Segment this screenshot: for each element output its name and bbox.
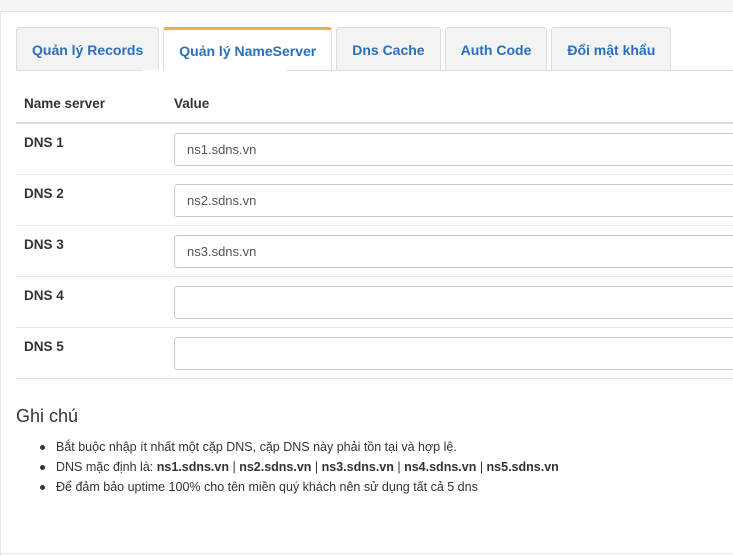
note-item-required: Bắt buộc nhập ít nhất một cặp DNS, cặp D… bbox=[40, 437, 559, 457]
tab-underline bbox=[16, 70, 733, 71]
separator: | bbox=[311, 460, 322, 474]
top-bar bbox=[0, 0, 733, 12]
tab-bar: Quản lý Records Quản lý NameServer Dns C… bbox=[16, 27, 675, 72]
default-ns-1: ns1.sdns.vn bbox=[156, 460, 229, 474]
default-ns-4: ns4.sdns.vn bbox=[404, 460, 477, 474]
column-header-name-server: Name server bbox=[24, 96, 106, 111]
dns-2-label: DNS 2 bbox=[24, 186, 64, 201]
dns-1-label: DNS 1 bbox=[24, 135, 64, 150]
column-header-value: Value bbox=[174, 96, 210, 111]
table-row: DNS 5 bbox=[16, 328, 733, 379]
note-item-defaults: DNS mặc định là: ns1.sdns.vn | ns2.sdns.… bbox=[40, 457, 559, 477]
tab-auth-code[interactable]: Auth Code bbox=[444, 27, 548, 71]
table-row: DNS 2 bbox=[16, 175, 733, 226]
dns-4-label: DNS 4 bbox=[24, 288, 64, 303]
tab-dns-cache[interactable]: Dns Cache bbox=[336, 27, 441, 71]
note-defaults-prefix: DNS mặc định là: bbox=[56, 460, 157, 474]
tab-nameserver[interactable]: Quản lý NameServer bbox=[163, 27, 333, 72]
note-item-uptime: Để đảm bảo uptime 100% cho tên miền quý … bbox=[40, 477, 559, 497]
frame-border-bottom bbox=[0, 553, 733, 554]
dns-4-input[interactable] bbox=[174, 286, 733, 319]
default-ns-3: ns3.sdns.vn bbox=[321, 460, 394, 474]
notes-list: Bắt buộc nhập ít nhất một cặp DNS, cặp D… bbox=[40, 437, 559, 497]
table-row: DNS 4 bbox=[16, 277, 733, 328]
tab-records[interactable]: Quản lý Records bbox=[16, 27, 160, 71]
default-ns-2: ns2.sdns.vn bbox=[239, 460, 312, 474]
dns-3-label: DNS 3 bbox=[24, 237, 64, 252]
dns-5-label: DNS 5 bbox=[24, 339, 64, 354]
separator: | bbox=[476, 460, 487, 474]
notes-heading: Ghi chú bbox=[16, 406, 79, 426]
default-ns-5: ns5.sdns.vn bbox=[486, 460, 559, 474]
table-row: DNS 3 bbox=[16, 226, 733, 277]
dns-5-input[interactable] bbox=[174, 337, 733, 370]
table-row: DNS 1 bbox=[16, 124, 733, 175]
frame-border-left bbox=[0, 12, 1, 556]
tab-change-password[interactable]: Đổi mật khẩu bbox=[551, 27, 672, 71]
separator: | bbox=[393, 460, 405, 474]
dns-3-input[interactable] bbox=[174, 235, 733, 268]
separator: | bbox=[228, 460, 240, 474]
dns-1-input[interactable] bbox=[174, 133, 733, 166]
dns-2-input[interactable] bbox=[174, 184, 733, 217]
